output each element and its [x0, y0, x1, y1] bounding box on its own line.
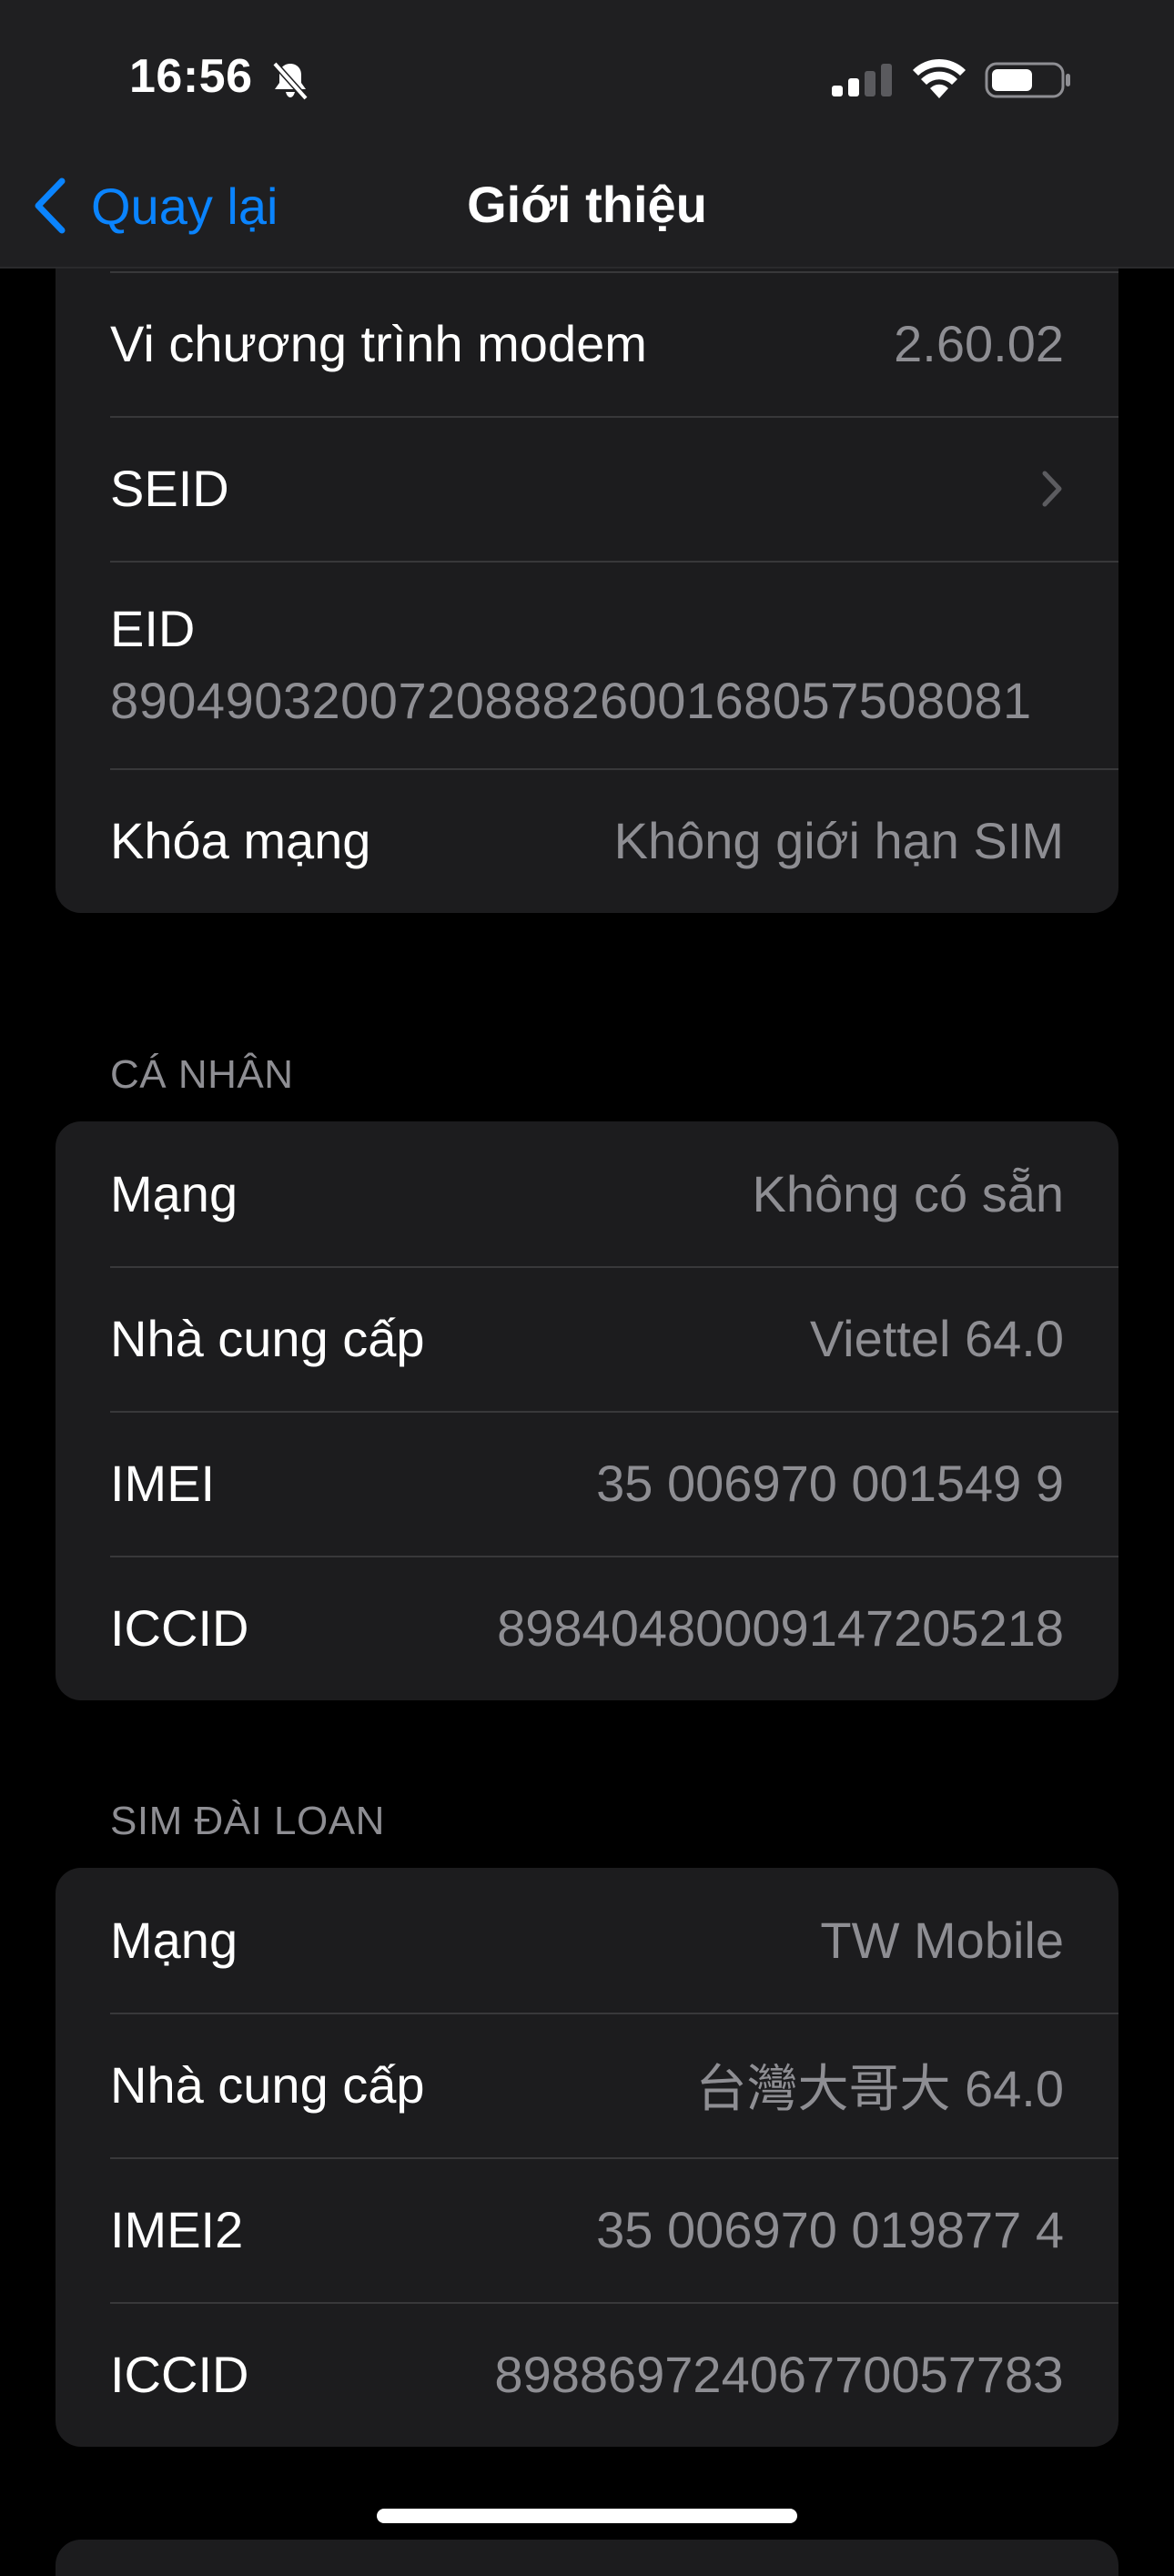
row-value: 台灣大哥大 64.0 — [695, 2060, 1064, 2117]
row-label: SEID — [110, 460, 229, 517]
imei-row: IMEI 35 006970 001549 9 — [56, 1411, 1118, 1556]
row-label: ICCID — [110, 1599, 249, 1657]
row-label: Vi chương trình modem — [110, 315, 647, 372]
row-label: Mạng — [110, 1165, 238, 1222]
row-value: Không giới hạn SIM — [613, 812, 1064, 869]
row-value: 2.60.02 — [894, 315, 1064, 372]
row-value: 8988697240677005778З — [494, 2346, 1064, 2403]
cellular-signal-icon — [832, 64, 892, 96]
row-value: 89840480009147205218 — [497, 1599, 1064, 1657]
row-label: EID — [110, 600, 196, 657]
row-label: Nhà cung cấp — [110, 1310, 425, 1367]
imei2-row: IMEI2 35 006970 019877 4 — [56, 2157, 1118, 2302]
wifi-icon — [913, 58, 966, 98]
iccid-row: ICCID 89840480009147205218 — [56, 1556, 1118, 1700]
row-value: Không có sẵn — [752, 1165, 1064, 1222]
row-label: Mạng — [110, 1912, 238, 1969]
status-time: 16:56 — [129, 50, 253, 103]
seid-row[interactable]: SEID — [56, 416, 1118, 561]
eid-row: EID 89049032007208882600168057508081 — [56, 561, 1118, 768]
row-label: Nhà cung cấp — [110, 2056, 425, 2114]
carrier-row: Nhà cung cấp Viettel 64.0 — [56, 1266, 1118, 1411]
bell-slash-icon — [272, 61, 309, 100]
row-label: IMEI — [110, 1455, 216, 1512]
row-label: IMEI2 — [110, 2201, 244, 2258]
network-lock-row: Khóa mạng Không giới hạn SIM — [56, 768, 1118, 913]
row-label: Khóa mạng — [110, 812, 371, 869]
row-label: ICCID — [110, 2346, 249, 2403]
carrier-row: Nhà cung cấp 台灣大哥大 64.0 — [56, 2013, 1118, 2157]
home-indicator[interactable] — [377, 2509, 797, 2523]
next-group-stub — [56, 2540, 1118, 2576]
battery-icon — [985, 62, 1070, 98]
page-title: Giới thiệu — [467, 176, 707, 233]
modem-firmware-row: Vi chương trình modem 2.60.02 — [56, 271, 1118, 416]
row-value: 35 006970 019877 4 — [596, 2201, 1064, 2258]
iccid-row: ICCID 8988697240677005778З — [56, 2302, 1118, 2447]
navigation-bar: 16:56 Quay lại Giới thiệu — [0, 0, 1174, 269]
personal-sim-group: Mạng Không có sẵn Nhà cung cấp Viettel 6… — [56, 1121, 1118, 1700]
row-value: 35 006970 001549 9 — [596, 1455, 1064, 1512]
section-header-personal: CÁ NHÂN — [110, 1052, 294, 1097]
network-row: Mạng TW Mobile — [56, 1868, 1118, 2013]
device-info-group: Vi chương trình modem 2.60.02 SEID EID 8… — [56, 228, 1118, 913]
chevron-right-icon — [1042, 471, 1062, 506]
taiwan-sim-group: Mạng TW Mobile Nhà cung cấp 台灣大哥大 64.0 I… — [56, 1868, 1118, 2447]
row-value: 89049032007208882600168057508081 — [110, 672, 1032, 729]
row-value: TW Mobile — [820, 1912, 1064, 1969]
network-row: Mạng Không có sẵn — [56, 1121, 1118, 1266]
row-value: Viettel 64.0 — [809, 1310, 1064, 1367]
section-header-taiwan-sim: SIM ĐÀI LOAN — [110, 1799, 385, 1843]
